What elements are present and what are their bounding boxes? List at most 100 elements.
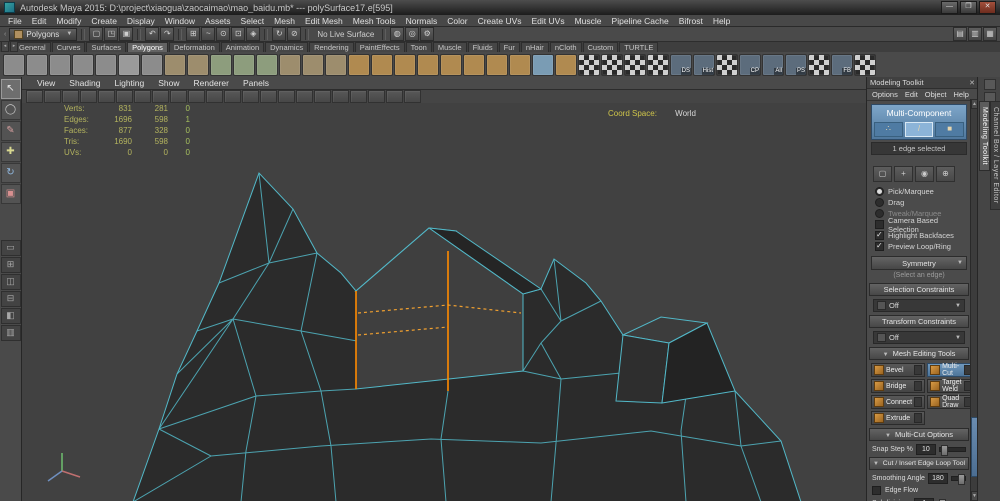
lasso-tool[interactable]: ◯	[0, 100, 21, 120]
edge-flow-checkbox[interactable]	[872, 486, 881, 495]
fb-shelf-button[interactable]: FB	[831, 53, 853, 76]
panel-menu-item[interactable]: Lighting	[107, 78, 151, 88]
scene-3d[interactable]	[22, 103, 867, 501]
shelf-tab[interactable]: Toon	[405, 42, 432, 52]
smoothing-angle-slider[interactable]	[950, 473, 966, 485]
tool-button[interactable]: Bevel	[871, 363, 926, 377]
shelf-tab-left-arrow[interactable]: ◂	[1, 41, 9, 52]
render-icon[interactable]: ◍	[390, 27, 405, 41]
cp-shelf-button[interactable]: CP	[739, 53, 761, 76]
sidebar-attribute-editor-icon[interactable]: ▤	[953, 27, 967, 41]
option-control[interactable]	[875, 230, 884, 240]
edge-component-button[interactable]: /	[904, 122, 934, 137]
scale-tool[interactable]: ▣	[0, 184, 21, 204]
shelf-tab[interactable]: Rendering	[309, 42, 354, 52]
shelf-tab[interactable]: Fluids	[467, 42, 498, 52]
section-mesh-editing-tools[interactable]: ▼ Mesh Editing Tools	[869, 347, 969, 360]
boolean-difference-icon[interactable]	[233, 53, 255, 76]
layout-uv-icon[interactable]	[854, 53, 876, 76]
maximize-button[interactable]: ❐	[960, 1, 977, 14]
snap-to-curve-icon[interactable]: ~	[201, 27, 216, 41]
layout-three-split[interactable]: ◧	[0, 308, 21, 324]
shelf-tab[interactable]: Muscle	[432, 42, 467, 52]
close-icon[interactable]: ✕	[969, 79, 975, 87]
poly-cylinder-icon[interactable]	[49, 53, 71, 76]
gate-mask-icon[interactable]	[188, 90, 205, 103]
image-plane-icon[interactable]	[98, 90, 115, 103]
menu-item[interactable]: Normals	[401, 16, 443, 26]
snap-step-slider[interactable]	[938, 444, 966, 456]
option-control[interactable]	[875, 241, 884, 251]
redo-icon[interactable]: ↷	[160, 27, 175, 41]
option-control[interactable]	[875, 187, 884, 196]
spherical-mapping-icon[interactable]	[624, 53, 646, 76]
tool-button[interactable]: Target Weld	[927, 379, 971, 393]
menu-item[interactable]: Bifrost	[674, 16, 708, 26]
no-construction-history-icon[interactable]: ⊘	[287, 27, 302, 41]
uv-editor-icon[interactable]	[716, 53, 738, 76]
section-selection-constraints[interactable]: Selection Constraints	[869, 283, 969, 296]
viewport-canvas[interactable]: Verts: 831 281 0 Edges: 1696 598 1 Faces…	[22, 103, 867, 501]
menu-item[interactable]: Create UVs	[473, 16, 527, 26]
camera-attributes-icon[interactable]	[62, 90, 79, 103]
shelf-tab[interactable]: Deformation	[168, 42, 220, 52]
section-edge-loop-tool[interactable]: ▼ Cut / Insert Edge Loop Tool	[869, 457, 969, 470]
no-live-surface-label[interactable]: No Live Surface	[313, 30, 378, 39]
planar-mapping-icon[interactable]	[578, 53, 600, 76]
panel-menu-item[interactable]: Renderer	[187, 78, 236, 88]
fill-mode-icon[interactable]	[260, 90, 277, 103]
menu-item[interactable]: Mesh Tools	[348, 16, 401, 26]
statusline-collapse-icon[interactable]: ‹	[3, 31, 7, 38]
offset-edge-loop-icon[interactable]	[486, 53, 508, 76]
symmetry-dropdown[interactable]: Symmetry ▼	[871, 256, 967, 270]
raycast-mode-icon[interactable]: ◉	[915, 166, 934, 182]
safe-title-icon[interactable]	[242, 90, 259, 103]
selection-constraints-dropdown[interactable]: Off ▼	[873, 299, 965, 312]
subdivisions-field[interactable]: 1	[914, 497, 935, 501]
all-shelf-button[interactable]: All	[762, 53, 784, 76]
paint-select-tool[interactable]: ✎	[0, 121, 21, 141]
shelf-tab[interactable]: Polygons	[127, 42, 168, 52]
extrude-icon[interactable]	[348, 53, 370, 76]
shelf-tab[interactable]: Animation	[220, 42, 265, 52]
layout-single-pane[interactable]: ▭	[0, 240, 21, 256]
panel-menu-item[interactable]: Panels	[236, 78, 276, 88]
quad-draw-icon[interactable]	[532, 53, 554, 76]
poly-cone-icon[interactable]	[72, 53, 94, 76]
snap-to-point-icon[interactable]: ⊙	[216, 27, 231, 41]
tool-button[interactable]: Bridge	[871, 379, 926, 393]
shelf-tab[interactable]: Surfaces	[86, 42, 127, 52]
shelf-tab[interactable]: nHair	[520, 42, 549, 52]
layout-two-stacked[interactable]: ⊟	[0, 291, 21, 307]
toolkit-menu-item[interactable]: Help	[950, 90, 971, 99]
menu-item[interactable]: Display	[122, 16, 160, 26]
ds-shelf-button[interactable]: DS	[670, 53, 692, 76]
vertex-component-button[interactable]: ∴	[874, 122, 903, 137]
poly-plane-icon[interactable]	[118, 53, 140, 76]
smoothing-angle-field[interactable]: 180	[927, 472, 948, 484]
tool-options-box[interactable]	[914, 397, 923, 407]
menu-set-dropdown[interactable]: Polygons ▼	[9, 27, 78, 41]
multi-component-button[interactable]: Multi-Component	[872, 105, 966, 120]
reduce-icon[interactable]	[302, 53, 324, 76]
unfold-uv-icon[interactable]	[808, 53, 830, 76]
mirror-geometry-icon[interactable]	[325, 53, 347, 76]
resolution-gate-icon[interactable]	[170, 90, 187, 103]
vertical-tab-channel-box[interactable]: Channel Box / Layer Editor	[990, 101, 1000, 210]
undo-icon[interactable]: ↶	[145, 27, 160, 41]
layout-four-view[interactable]: ⊞	[0, 257, 21, 273]
hist-shelf-button[interactable]: Hist	[693, 53, 715, 76]
face-component-button[interactable]: ■	[935, 122, 965, 137]
sidebar-tool-settings-icon[interactable]: ▥	[968, 27, 982, 41]
render-settings-icon[interactable]: ⚙	[420, 27, 435, 41]
option-row[interactable]: Pick/Marquee	[867, 186, 971, 197]
boolean-union-icon[interactable]	[210, 53, 232, 76]
cylindrical-mapping-icon[interactable]	[601, 53, 623, 76]
option-control[interactable]	[875, 209, 884, 218]
menu-item[interactable]: Edit Mesh	[300, 16, 348, 26]
separate-icon[interactable]	[187, 53, 209, 76]
construction-history-icon[interactable]: ↻	[272, 27, 287, 41]
snap-step-field[interactable]: 10	[915, 443, 936, 455]
field-chart-icon[interactable]	[206, 90, 223, 103]
menu-item[interactable]: Pipeline Cache	[607, 16, 674, 26]
